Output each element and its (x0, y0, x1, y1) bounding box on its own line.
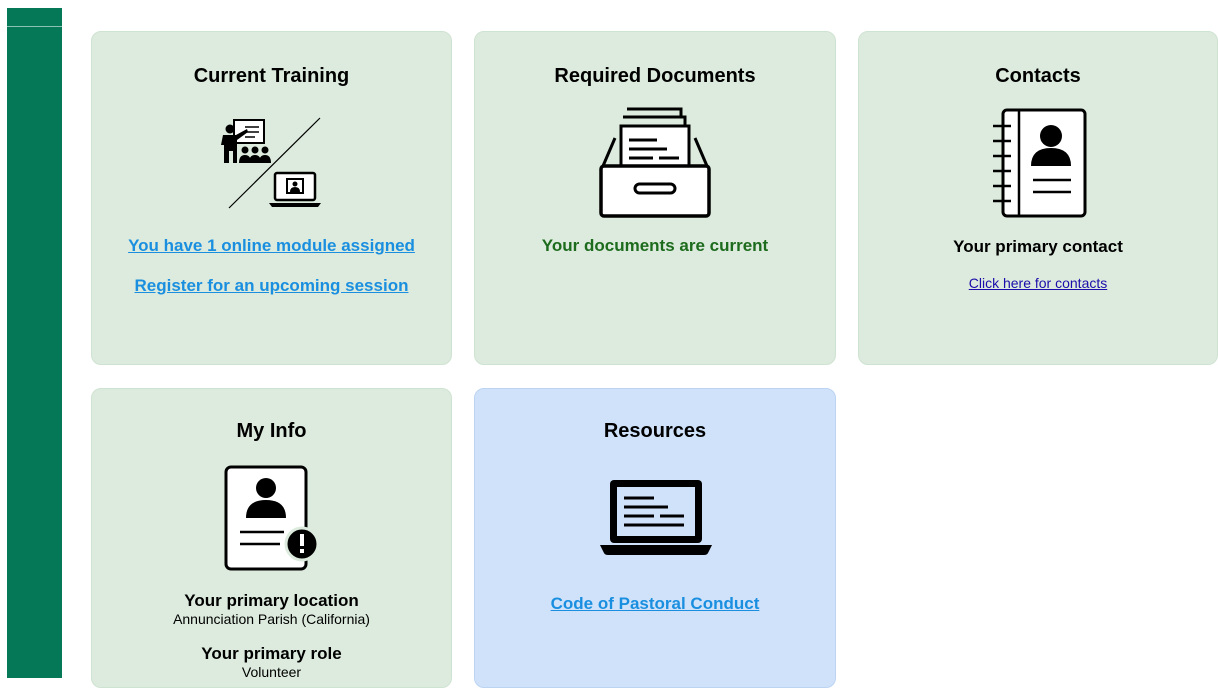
card-title: Current Training (193, 65, 350, 87)
card-title: Resources (603, 420, 707, 442)
file-drawer-icon (599, 107, 711, 218)
primary-role-label: Your primary role (201, 644, 342, 663)
card-title: Contacts (995, 65, 1081, 87)
code-of-conduct-link[interactable]: Code of Pastoral Conduct (475, 594, 835, 614)
required-documents-card: Required Documents Your documents are cu… (474, 31, 836, 365)
online-module-link[interactable]: You have 1 online module assigned (92, 236, 451, 256)
address-book-icon (993, 108, 1087, 218)
card-title: Required Documents (554, 65, 756, 87)
sidebar (7, 8, 62, 678)
primary-location-value: Annunciation Parish (California) (173, 611, 370, 627)
my-info-card: My Info Your primary location Annunciati… (91, 388, 452, 688)
training-classroom-online-icon (221, 117, 321, 209)
contacts-link[interactable]: Click here for contacts (859, 275, 1217, 291)
card-title: My Info (236, 420, 307, 442)
primary-contact-heading: Your primary contact (953, 237, 1123, 256)
resources-card: Resources Code of Pastoral Conduct (474, 388, 836, 688)
documents-status: Your documents are current (541, 236, 769, 255)
current-training-card: Current Training You have 1 online modul… (91, 31, 452, 365)
primary-location-label: Your primary location (184, 591, 359, 610)
sidebar-divider (7, 26, 62, 27)
contacts-card: Contacts Your primary contact Click here… (858, 31, 1218, 365)
register-session-link[interactable]: Register for an upcoming session (92, 276, 451, 296)
profile-alert-icon (224, 465, 320, 571)
laptop-document-icon (600, 480, 712, 555)
